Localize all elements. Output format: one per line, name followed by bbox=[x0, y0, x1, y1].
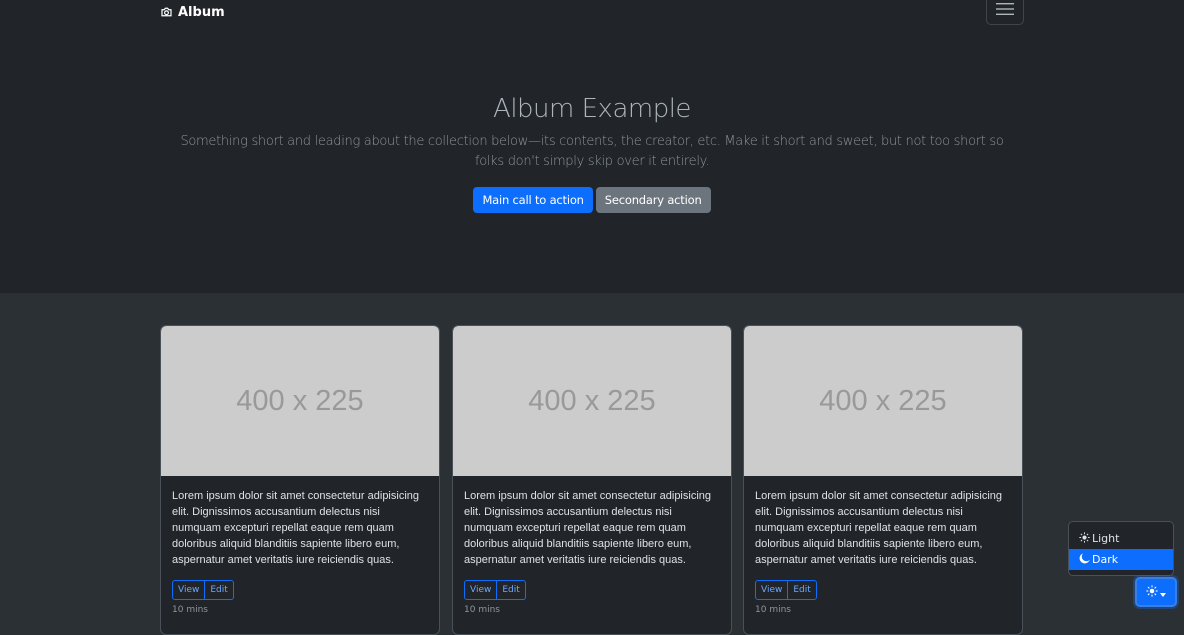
hero-actions: Main call to action Secondary action bbox=[0, 187, 1184, 213]
edit-button[interactable]: Edit bbox=[205, 580, 234, 600]
card-actions: View Edit bbox=[464, 580, 720, 600]
brand-link[interactable]: Album bbox=[160, 4, 225, 20]
theme-option-dark[interactable]: Dark bbox=[1069, 549, 1173, 570]
edit-button[interactable]: Edit bbox=[497, 580, 526, 600]
secondary-action-button[interactable]: Secondary action bbox=[595, 187, 711, 213]
card-actions: View Edit bbox=[172, 580, 428, 600]
moon-icon bbox=[1079, 552, 1090, 567]
card-text: Lorem ipsum dolor sit amet consectetur a… bbox=[464, 490, 712, 566]
card-button-group: View Edit bbox=[464, 580, 526, 600]
card-thumbnail: 400 x 225 bbox=[744, 326, 1022, 476]
sun-icon bbox=[1079, 531, 1090, 546]
album-section: 400 x 225 Lorem ipsum dolor sit amet con… bbox=[0, 293, 1184, 635]
view-button[interactable]: View bbox=[172, 580, 206, 600]
card-actions: View Edit bbox=[755, 580, 1011, 600]
navbar-toggler[interactable] bbox=[986, 0, 1024, 25]
hamburger-icon bbox=[996, 2, 1014, 19]
sun-icon bbox=[1146, 584, 1158, 600]
album-card: 400 x 225 Lorem ipsum dolor sit amet con… bbox=[743, 325, 1023, 635]
card-button-group: View Edit bbox=[172, 580, 234, 600]
card-thumbnail: 400 x 225 bbox=[161, 326, 439, 476]
navbar: Album bbox=[0, 0, 1184, 28]
album-card: 400 x 225 Lorem ipsum dolor sit amet con… bbox=[452, 325, 732, 635]
brand-label: Album bbox=[178, 4, 225, 20]
edit-button[interactable]: Edit bbox=[788, 580, 817, 600]
theme-dropdown-menu: Light Dark bbox=[1068, 521, 1174, 576]
view-button[interactable]: View bbox=[464, 580, 498, 600]
theme-option-label: Dark bbox=[1092, 553, 1119, 566]
card-body: Lorem ipsum dolor sit amet consectetur a… bbox=[453, 476, 731, 627]
card-body: Lorem ipsum dolor sit amet consectetur a… bbox=[744, 476, 1022, 627]
card-text: Lorem ipsum dolor sit amet consectetur a… bbox=[172, 490, 420, 566]
card-thumbnail: 400 x 225 bbox=[453, 326, 731, 476]
card-body: Lorem ipsum dolor sit amet consectetur a… bbox=[161, 476, 439, 627]
card-text: Lorem ipsum dolor sit amet consectetur a… bbox=[755, 490, 1003, 566]
card-button-group: View Edit bbox=[755, 580, 817, 600]
theme-option-label: Light bbox=[1092, 532, 1120, 545]
main-call-to-action-button[interactable]: Main call to action bbox=[473, 187, 593, 213]
hero-section: Album Example Something short and leadin… bbox=[0, 28, 1184, 293]
camera-icon bbox=[160, 6, 173, 18]
hero-title: Album Example bbox=[493, 94, 691, 124]
theme-option-light[interactable]: Light bbox=[1069, 528, 1173, 549]
caret-down-icon bbox=[1160, 585, 1166, 600]
theme-toggle-button[interactable] bbox=[1135, 577, 1177, 607]
hero-lead: Something short and leading about the co… bbox=[180, 134, 1004, 169]
album-card: 400 x 225 Lorem ipsum dolor sit amet con… bbox=[160, 325, 440, 635]
view-button[interactable]: View bbox=[755, 580, 789, 600]
